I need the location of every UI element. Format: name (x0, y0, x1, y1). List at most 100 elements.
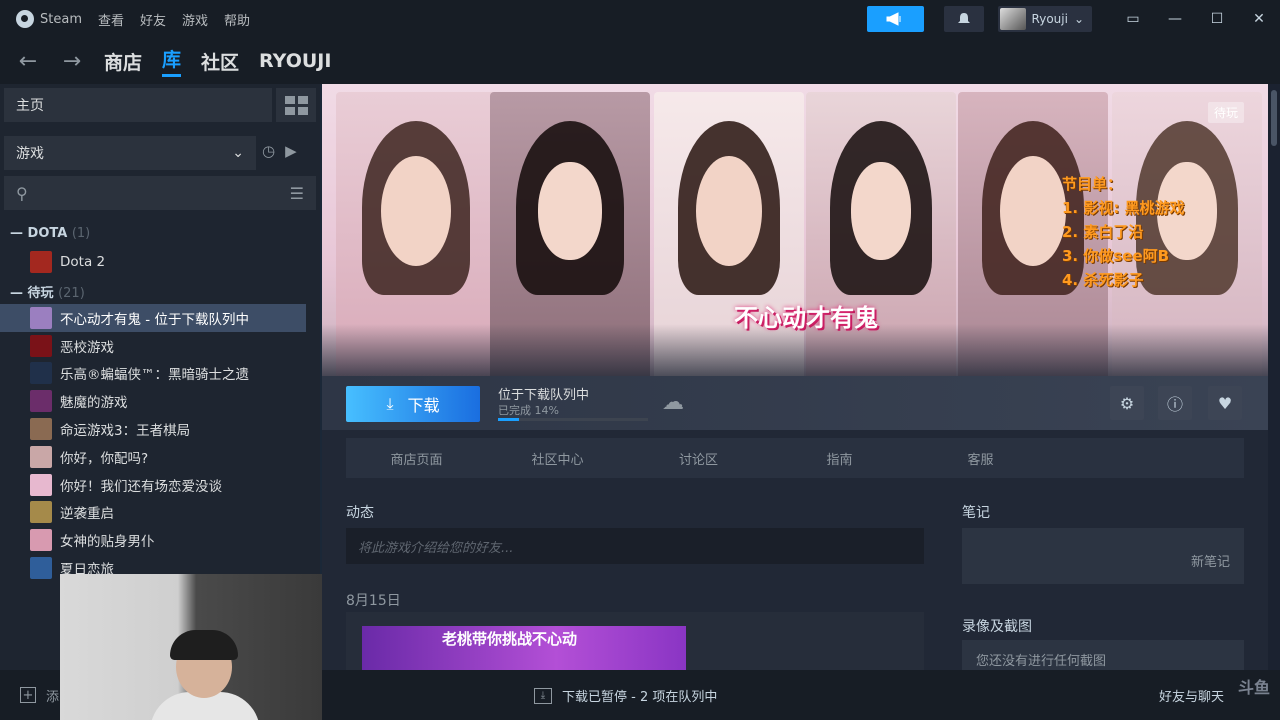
downloads-status[interactable]: ⤓ 下载已暂停 - 2 项在队列中 (534, 686, 717, 705)
download-icon: ⤓ (386, 394, 394, 413)
notes-box: 新笔记 (962, 528, 1244, 584)
friends-chat-button[interactable]: 好友与聊天 (1159, 686, 1224, 705)
list-item[interactable]: 女神的贴身男仆 (0, 526, 320, 554)
info-button[interactable]: ⓘ (1158, 386, 1192, 420)
list-item[interactable]: Dota 2 (0, 248, 320, 276)
game-icon (30, 418, 52, 441)
back-arrow-icon[interactable]: ← (16, 49, 40, 74)
news-image-text: 老桃带你挑战不心动 (442, 630, 578, 648)
list-item[interactable]: 恶校游戏 (0, 332, 320, 360)
hero-portrait-part (851, 161, 911, 261)
game-icon (30, 501, 52, 524)
nav-profile[interactable]: RYOUJI (259, 50, 331, 72)
new-note-button[interactable]: 新笔记 (1191, 551, 1230, 570)
filter-lines-icon[interactable]: ☰ (290, 184, 304, 203)
maximize-button[interactable]: ☐ (1196, 0, 1238, 38)
hero-portrait-part (1000, 155, 1066, 266)
tab-support[interactable]: 客服 (910, 449, 1051, 468)
list-item[interactable]: 你好，你配吗? (0, 443, 320, 471)
activity-input[interactable]: 将此游戏介绍给您的好友... (346, 528, 924, 564)
progress-fill (498, 418, 519, 421)
screenshots-empty: 您还没有进行任何截图 (962, 640, 1244, 670)
user-menu[interactable]: Ryouji ⌄ (997, 6, 1092, 32)
game-name: Dota 2 (60, 253, 106, 270)
info-icon: ⓘ (1166, 395, 1183, 414)
grid-icon-part (297, 95, 308, 104)
list-item[interactable]: 命运游戏3：王者棋局 (0, 415, 320, 443)
game-name: 逆袭重启 (60, 506, 114, 523)
game-name: 恶校游戏 (60, 339, 114, 356)
game-tabs: 商店页面 社区中心 讨论区 指南 客服 (346, 438, 1244, 478)
list-item[interactable]: 乐高®蝙蝠侠™：黑暗骑士之遗 (0, 360, 320, 388)
list-item[interactable]: 你好！我们还有场恋爱没谈 (0, 471, 320, 499)
program-line: 4. 杀死影子 (1062, 271, 1144, 289)
close-button[interactable]: ✕ (1238, 0, 1280, 38)
home-label: 主页 (16, 98, 44, 114)
backlog-list: 不心动才有鬼 - 位于下载队列中 恶校游戏 乐高®蝙蝠侠™：黑暗骑士之遗 魅魔的… (0, 304, 320, 582)
news-card[interactable]: 老桃带你挑战不心动 (346, 612, 924, 670)
cloud-sync-icon: ☁ (662, 390, 684, 415)
menu-view[interactable]: 查看 (98, 10, 124, 29)
title-bar: Steam 查看 好友 游戏 帮助 Ryouji ⌄ ▭ — ☐ ✕ (0, 0, 1280, 38)
scrollbar-thumb[interactable] (1271, 90, 1277, 146)
megaphone-icon (886, 12, 901, 26)
program-line: 2. 素白了沿 (1062, 223, 1144, 241)
program-line: 1. 影视: 黑桃游戏 (1062, 199, 1185, 217)
menu-games[interactable]: 游戏 (182, 10, 208, 29)
steam-menu[interactable]: Steam (16, 10, 82, 28)
activity-title: 动态 (346, 505, 374, 521)
minimize-button[interactable]: — (1154, 0, 1196, 38)
play-filter-icon[interactable]: ▶ (285, 142, 297, 160)
game-name: 你好，你配吗? (60, 450, 149, 467)
collection-header-dota[interactable]: — DOTA (1) (10, 226, 90, 241)
chevron-down-icon: ⌄ (1073, 12, 1084, 26)
nav-community[interactable]: 社区 (201, 48, 239, 75)
tab-store-page[interactable]: 商店页面 (346, 449, 487, 468)
hero-portrait-part (538, 161, 602, 261)
menu-friends[interactable]: 好友 (140, 10, 166, 29)
dota-list: Dota 2 (0, 248, 320, 276)
forward-arrow-icon[interactable]: → (60, 49, 84, 74)
settings-button[interactable]: ⚙ (1110, 386, 1144, 420)
main-scrollbar[interactable] (1268, 84, 1280, 670)
collection-header-backlog[interactable]: — 待玩 (21) (10, 282, 85, 301)
grid-icon-part (284, 106, 295, 115)
list-item[interactable]: 不心动才有鬼 - 位于下载队列中 (0, 304, 306, 332)
tab-community-hub[interactable]: 社区中心 (487, 449, 628, 468)
download-button[interactable]: ⤓ 下载 (346, 386, 480, 422)
game-icon (30, 557, 52, 580)
game-action-bar: ⤓ 下载 位于下载队列中 已完成 14% ☁ ⚙ ⓘ ♥ (322, 376, 1268, 430)
game-icon (30, 445, 52, 468)
grid-view-button[interactable] (276, 88, 316, 122)
heart-icon: ♥ (1217, 393, 1233, 413)
program-list-overlay: 节目单： 1. 影视: 黑桃游戏 2. 素白了沿 3. 你做see阿B 4. 杀… (1062, 172, 1185, 292)
username: Ryouji (1031, 12, 1068, 26)
webcam-overlay (60, 574, 322, 720)
hero-game-logo: 不心动才有鬼 (734, 303, 878, 332)
game-details: 不心动才有鬼 待玩 节目单： 1. 影视: 黑桃游戏 2. 素白了沿 3. 你做… (322, 84, 1268, 670)
list-item[interactable]: 逆袭重启 (0, 499, 320, 527)
list-item[interactable]: 魅魔的游戏 (0, 387, 320, 415)
nav-store[interactable]: 商店 (104, 48, 142, 75)
grid-icon-part (297, 106, 308, 115)
menu-help[interactable]: 帮助 (224, 10, 250, 29)
library-home[interactable]: 主页 (4, 88, 272, 122)
download-progress-text: 已完成 14% (498, 404, 559, 417)
add-game-label: 添 (46, 689, 60, 705)
filter-label: 游戏 (16, 146, 44, 162)
notes-title: 笔记 (962, 505, 990, 521)
big-picture-button[interactable]: ▭ (1112, 0, 1154, 38)
announcements-button[interactable] (866, 6, 924, 32)
recent-clock-icon[interactable]: ◷ (262, 142, 275, 160)
tab-discussions[interactable]: 讨论区 (628, 449, 769, 468)
library-search-input[interactable]: ⚲ ☰ (4, 176, 316, 210)
collection-count: (1) (71, 226, 91, 241)
tab-guides[interactable]: 指南 (769, 449, 910, 468)
minimize-icon: — (1168, 11, 1182, 27)
grid-icon (284, 95, 295, 104)
download-progress-bar (498, 418, 648, 421)
favorite-button[interactable]: ♥ (1208, 386, 1242, 420)
notifications-button[interactable] (943, 6, 984, 32)
nav-library[interactable]: 库 (162, 45, 182, 77)
game-filter-dropdown[interactable]: 游戏 ⌄ (4, 136, 256, 170)
